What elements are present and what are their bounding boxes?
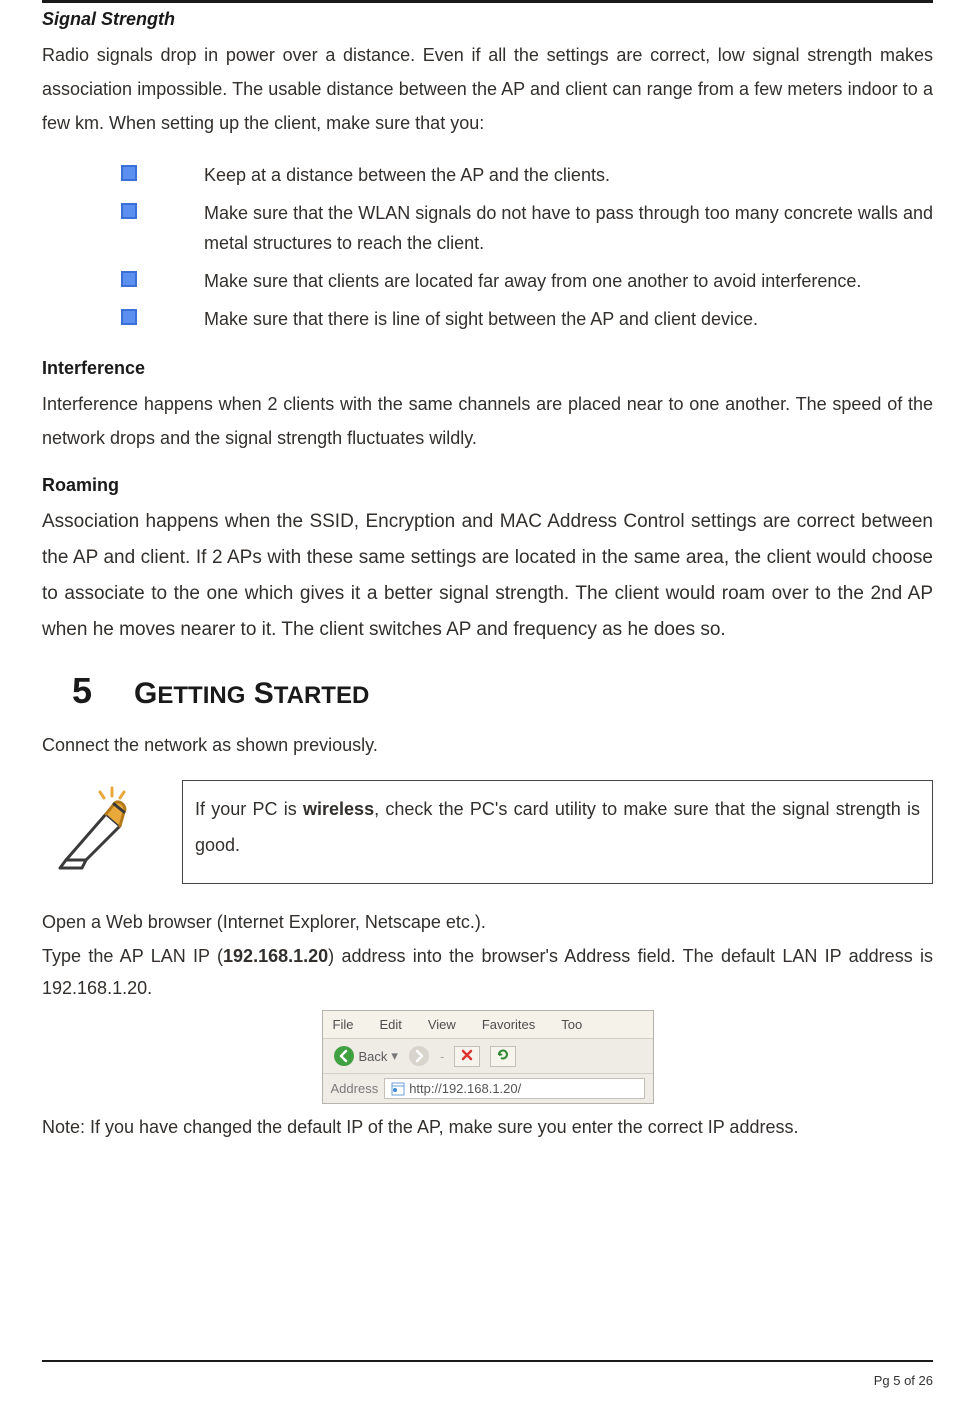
ie-menu-tools[interactable]: Too [561, 1017, 582, 1032]
bullet-icon [120, 270, 138, 288]
note-text-pre: If your PC is [195, 799, 303, 819]
bullet-text: Make sure that there is line of sight be… [204, 304, 933, 334]
ie-menu-favorites[interactable]: Favorites [482, 1017, 535, 1032]
refresh-button[interactable] [490, 1046, 516, 1067]
para-roaming: Association happens when the SSID, Encry… [42, 504, 933, 648]
ip-bold: 192.168.1.20 [223, 946, 328, 966]
para-open-browser: Open a Web browser (Internet Explorer, N… [42, 906, 933, 938]
ie-menu-bar: File Edit View Favorites Too [323, 1011, 653, 1039]
refresh-icon [496, 1048, 510, 1062]
bottom-rule [42, 1360, 933, 1362]
stop-button[interactable] [454, 1046, 480, 1067]
list-item: Make sure that the WLAN signals do not h… [42, 198, 933, 258]
ie-menu-file[interactable]: File [333, 1017, 354, 1032]
para-connect: Connect the network as shown previously. [42, 728, 933, 762]
note-text-bold: wireless [303, 799, 374, 819]
page-footer: Pg 5 of 26 [874, 1373, 933, 1388]
ie-menu-view[interactable]: View [428, 1017, 456, 1032]
bullet-text: Keep at a distance between the AP and th… [204, 160, 933, 190]
title-fragment: G [134, 677, 157, 710]
heading-signal-strength: Signal Strength [42, 9, 933, 30]
title-fragment: ETTING [157, 682, 245, 709]
para-type-ip: Type the AP LAN IP (192.168.1.20) addres… [42, 940, 933, 1004]
para-interference: Interference happens when 2 clients with… [42, 387, 933, 455]
heading-interference: Interference [42, 358, 933, 379]
chevron-down-icon: ▾ [391, 1048, 398, 1064]
para-signal-strength: Radio signals drop in power over a dista… [42, 38, 933, 140]
section-title: GETTING STARTED [134, 677, 369, 711]
ie-toolbar: Back ▾ - [323, 1039, 653, 1074]
bullet-icon [120, 308, 138, 326]
para-note-changed-ip: Note: If you have changed the default IP… [42, 1110, 933, 1144]
note-icon [42, 780, 142, 876]
bullet-icon [120, 164, 138, 182]
back-icon [333, 1045, 355, 1067]
bullet-text: Make sure that the WLAN signals do not h… [204, 198, 933, 258]
address-input[interactable]: http://192.168.1.20/ [384, 1078, 644, 1099]
note-row: If your PC is wireless, check the PC's c… [42, 780, 933, 884]
list-item: Make sure that clients are located far a… [42, 266, 933, 296]
separator-icon: - [440, 1049, 444, 1064]
address-label: Address [331, 1081, 379, 1096]
top-rule [42, 0, 933, 3]
back-label: Back [359, 1049, 388, 1064]
note-box: If your PC is wireless, check the PC's c… [182, 780, 933, 884]
ip-pre: Type the AP LAN IP ( [42, 946, 223, 966]
bullet-list: Keep at a distance between the AP and th… [42, 160, 933, 334]
title-fragment: S [245, 677, 273, 710]
url-text: http://192.168.1.20/ [409, 1081, 521, 1096]
forward-button[interactable] [408, 1045, 430, 1067]
ie-address-bar: Address http://192.168.1.20/ [323, 1074, 653, 1103]
back-button[interactable]: Back ▾ [333, 1045, 398, 1067]
section-5-heading: 5 GETTING STARTED [42, 670, 933, 712]
bullet-text: Make sure that clients are located far a… [204, 266, 933, 296]
list-item: Make sure that there is line of sight be… [42, 304, 933, 334]
bullet-icon [120, 202, 138, 220]
ie-window: File Edit View Favorites Too Back ▾ [322, 1010, 654, 1104]
ie-menu-edit[interactable]: Edit [379, 1017, 401, 1032]
list-item: Keep at a distance between the AP and th… [42, 160, 933, 190]
stop-icon [460, 1048, 474, 1062]
title-fragment: TARTED [274, 682, 370, 709]
section-number: 5 [72, 670, 92, 712]
heading-roaming: Roaming [42, 475, 933, 496]
ie-page-icon [391, 1082, 405, 1096]
browser-screenshot: File Edit View Favorites Too Back ▾ [42, 1010, 933, 1104]
